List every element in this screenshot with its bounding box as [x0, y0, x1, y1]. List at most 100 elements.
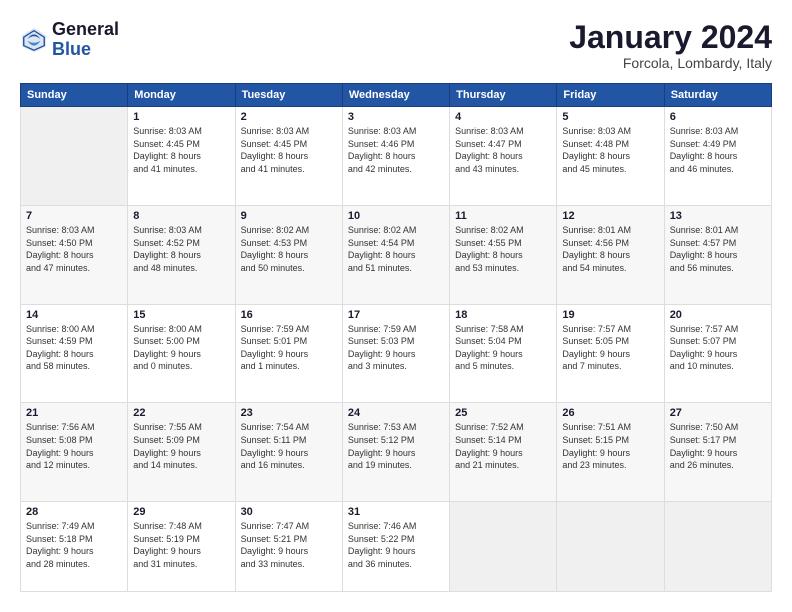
- day-number: 27: [670, 407, 766, 419]
- table-row: [21, 107, 128, 206]
- table-row: 2 Sunrise: 8:03 AMSunset: 4:45 PMDaylight…: [235, 107, 342, 206]
- day-number: 30: [241, 506, 337, 518]
- day-number: 24: [348, 407, 444, 419]
- day-info: Sunrise: 8:02 AMSunset: 4:55 PMDaylight:…: [455, 225, 524, 273]
- day-info: Sunrise: 8:02 AMSunset: 4:54 PMDaylight:…: [348, 225, 417, 273]
- day-info: Sunrise: 7:50 AMSunset: 5:17 PMDaylight:…: [670, 422, 739, 470]
- day-info: Sunrise: 8:03 AMSunset: 4:49 PMDaylight:…: [670, 126, 739, 174]
- day-info: Sunrise: 7:49 AMSunset: 5:18 PMDaylight:…: [26, 521, 95, 569]
- day-number: 28: [26, 506, 122, 518]
- day-number: 12: [562, 210, 658, 222]
- day-number: 18: [455, 309, 551, 321]
- day-number: 17: [348, 309, 444, 321]
- title-block: January 2024 Forcola, Lombardy, Italy: [569, 20, 772, 71]
- day-info: Sunrise: 7:55 AMSunset: 5:09 PMDaylight:…: [133, 422, 202, 470]
- table-row: 17 Sunrise: 7:59 AMSunset: 5:03 PMDayligh…: [342, 304, 449, 403]
- table-row: 26Sunrise: 7:51 AMSunset: 5:15 PMDayligh…: [557, 403, 664, 502]
- col-monday: Monday: [128, 84, 235, 107]
- table-row: 3Sunrise: 8:03 AMSunset: 4:46 PMDaylight…: [342, 107, 449, 206]
- day-number: 4: [455, 111, 551, 123]
- day-info: Sunrise: 7:53 AMSunset: 5:12 PMDaylight:…: [348, 422, 417, 470]
- table-row: 10 Sunrise: 8:02 AMSunset: 4:54 PMDayligh…: [342, 205, 449, 304]
- table-row: 25 Sunrise: 7:52 AMSunset: 5:14 PMDayligh…: [450, 403, 557, 502]
- day-info: Sunrise: 8:01 AMSunset: 4:56 PMDaylight:…: [562, 225, 631, 273]
- day-info: Sunrise: 8:03 AMSunset: 4:48 PMDaylight:…: [562, 126, 631, 174]
- day-info: Sunrise: 8:03 AMSunset: 4:45 PMDaylight:…: [241, 126, 310, 174]
- table-row: 24 Sunrise: 7:53 AMSunset: 5:12 PMDayligh…: [342, 403, 449, 502]
- day-number: 20: [670, 309, 766, 321]
- day-number: 21: [26, 407, 122, 419]
- day-info: Sunrise: 8:03 AMSunset: 4:50 PMDaylight:…: [26, 225, 95, 273]
- table-row: 19 Sunrise: 7:57 AMSunset: 5:05 PMDayligh…: [557, 304, 664, 403]
- day-info: Sunrise: 7:57 AMSunset: 5:07 PMDaylight:…: [670, 324, 739, 372]
- day-number: 1: [133, 111, 229, 123]
- day-info: Sunrise: 8:00 AMSunset: 5:00 PMDaylight:…: [133, 324, 202, 372]
- table-row: 7 Sunrise: 8:03 AMSunset: 4:50 PMDaylight…: [21, 205, 128, 304]
- table-row: 31 Sunrise: 7:46 AMSunset: 5:22 PMDayligh…: [342, 502, 449, 592]
- day-info: Sunrise: 8:02 AMSunset: 4:53 PMDaylight:…: [241, 225, 310, 273]
- day-info: Sunrise: 7:58 AMSunset: 5:04 PMDaylight:…: [455, 324, 524, 372]
- col-friday: Friday: [557, 84, 664, 107]
- day-number: 7: [26, 210, 122, 222]
- day-info: Sunrise: 7:51 AMSunset: 5:15 PMDaylight:…: [562, 422, 631, 470]
- table-row: [557, 502, 664, 592]
- logo-icon: [20, 26, 48, 54]
- day-info: Sunrise: 7:56 AMSunset: 5:08 PMDaylight:…: [26, 422, 95, 470]
- logo-blue: Blue: [52, 40, 119, 60]
- day-info: Sunrise: 7:59 AMSunset: 5:01 PMDaylight:…: [241, 324, 310, 372]
- day-info: Sunrise: 7:52 AMSunset: 5:14 PMDaylight:…: [455, 422, 524, 470]
- col-wednesday: Wednesday: [342, 84, 449, 107]
- day-number: 3: [348, 111, 444, 123]
- day-number: 14: [26, 309, 122, 321]
- col-thursday: Thursday: [450, 84, 557, 107]
- table-row: 13 Sunrise: 8:01 AMSunset: 4:57 PMDayligh…: [664, 205, 771, 304]
- month-title: January 2024: [569, 20, 772, 55]
- table-row: 29Sunrise: 7:48 AMSunset: 5:19 PMDayligh…: [128, 502, 235, 592]
- day-info: Sunrise: 7:47 AMSunset: 5:21 PMDaylight:…: [241, 521, 310, 569]
- day-info: Sunrise: 7:48 AMSunset: 5:19 PMDaylight:…: [133, 521, 202, 569]
- calendar-table: Sunday Monday Tuesday Wednesday Thursday…: [20, 83, 772, 592]
- table-row: 21 Sunrise: 7:56 AMSunset: 5:08 PMDayligh…: [21, 403, 128, 502]
- day-number: 11: [455, 210, 551, 222]
- day-number: 5: [562, 111, 658, 123]
- table-row: [664, 502, 771, 592]
- col-tuesday: Tuesday: [235, 84, 342, 107]
- table-row: 28 Sunrise: 7:49 AMSunset: 5:18 PMDayligh…: [21, 502, 128, 592]
- day-number: 23: [241, 407, 337, 419]
- day-number: 25: [455, 407, 551, 419]
- day-info: Sunrise: 8:03 AMSunset: 4:52 PMDaylight:…: [133, 225, 202, 273]
- day-info: Sunrise: 7:46 AMSunset: 5:22 PMDaylight:…: [348, 521, 417, 569]
- day-number: 2: [241, 111, 337, 123]
- day-info: Sunrise: 8:01 AMSunset: 4:57 PMDaylight:…: [670, 225, 739, 273]
- table-row: 1 Sunrise: 8:03 AMSunset: 4:45 PMDaylight…: [128, 107, 235, 206]
- day-number: 22: [133, 407, 229, 419]
- header: General Blue January 2024 Forcola, Lomba…: [20, 20, 772, 71]
- table-row: 27 Sunrise: 7:50 AMSunset: 5:17 PMDayligh…: [664, 403, 771, 502]
- table-row: 5 Sunrise: 8:03 AMSunset: 4:48 PMDaylight…: [557, 107, 664, 206]
- table-row: 9Sunrise: 8:02 AMSunset: 4:53 PMDaylight…: [235, 205, 342, 304]
- table-row: 12 Sunrise: 8:01 AMSunset: 4:56 PMDayligh…: [557, 205, 664, 304]
- table-row: 4 Sunrise: 8:03 AMSunset: 4:47 PMDaylight…: [450, 107, 557, 206]
- day-info: Sunrise: 8:00 AMSunset: 4:59 PMDaylight:…: [26, 324, 95, 372]
- col-saturday: Saturday: [664, 84, 771, 107]
- day-number: 31: [348, 506, 444, 518]
- day-number: 15: [133, 309, 229, 321]
- page: General Blue January 2024 Forcola, Lomba…: [0, 0, 792, 612]
- day-info: Sunrise: 8:03 AMSunset: 4:47 PMDaylight:…: [455, 126, 524, 174]
- day-info: Sunrise: 7:57 AMSunset: 5:05 PMDaylight:…: [562, 324, 631, 372]
- day-number: 10: [348, 210, 444, 222]
- logo-text: General Blue: [52, 20, 119, 60]
- day-info: Sunrise: 7:59 AMSunset: 5:03 PMDaylight:…: [348, 324, 417, 372]
- day-number: 13: [670, 210, 766, 222]
- logo-general: General: [52, 20, 119, 40]
- table-row: 15 Sunrise: 8:00 AMSunset: 5:00 PMDayligh…: [128, 304, 235, 403]
- table-row: 18 Sunrise: 7:58 AMSunset: 5:04 PMDayligh…: [450, 304, 557, 403]
- day-number: 19: [562, 309, 658, 321]
- table-row: 16Sunrise: 7:59 AMSunset: 5:01 PMDayligh…: [235, 304, 342, 403]
- calendar-header-row: Sunday Monday Tuesday Wednesday Thursday…: [21, 84, 772, 107]
- table-row: 23Sunrise: 7:54 AMSunset: 5:11 PMDayligh…: [235, 403, 342, 502]
- table-row: [450, 502, 557, 592]
- table-row: 8Sunrise: 8:03 AMSunset: 4:52 PMDaylight…: [128, 205, 235, 304]
- day-info: Sunrise: 8:03 AMSunset: 4:45 PMDaylight:…: [133, 126, 202, 174]
- table-row: 20 Sunrise: 7:57 AMSunset: 5:07 PMDayligh…: [664, 304, 771, 403]
